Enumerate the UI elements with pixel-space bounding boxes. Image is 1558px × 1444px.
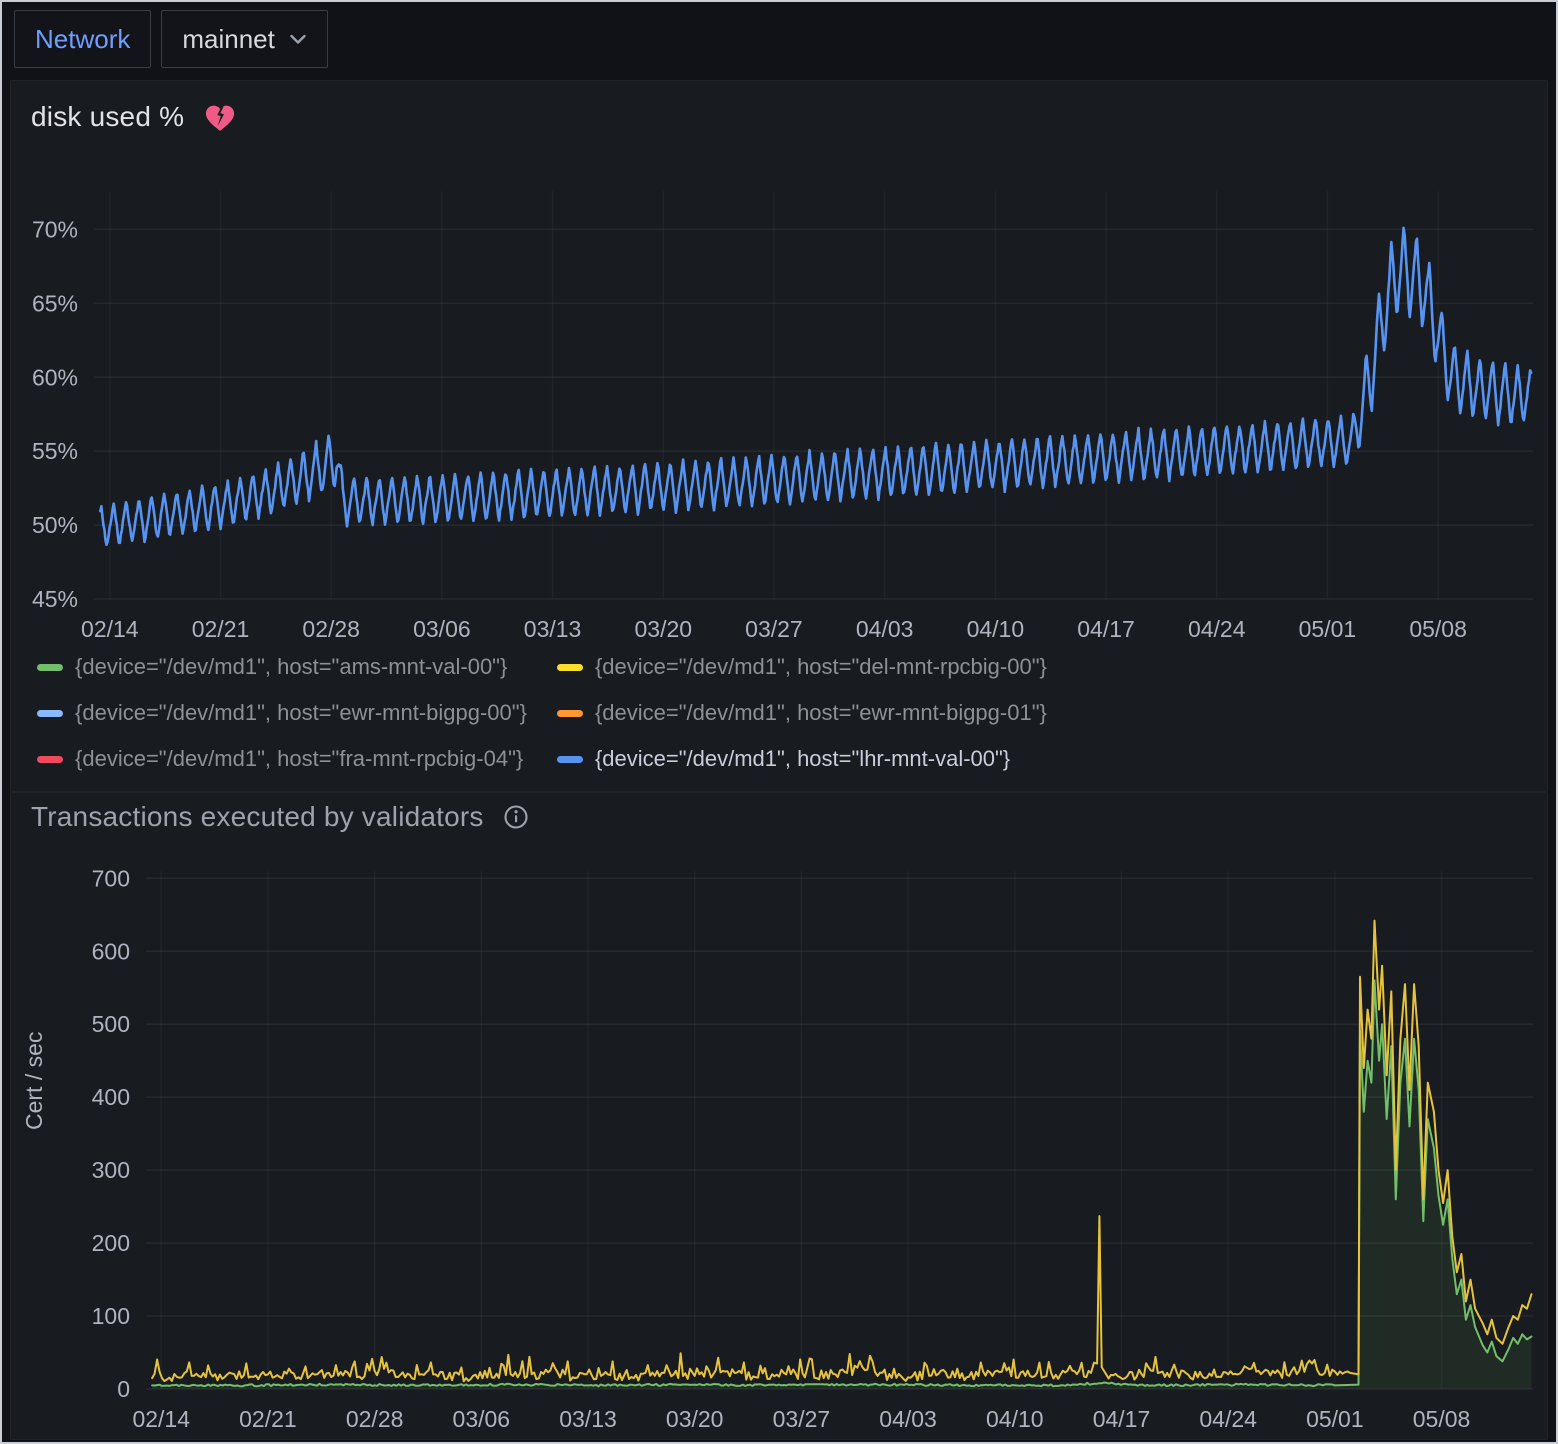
legend-item[interactable]: {device="/dev/md1", host="ewr-mnt-bigpg-… [557, 699, 1047, 727]
x-tick-label: 04/03 [879, 1406, 937, 1432]
network-variable-label: Network [35, 24, 130, 55]
x-tick-label: 03/13 [559, 1406, 617, 1432]
legend-item[interactable]: {device="/dev/md1", host="ams-mnt-val-00… [37, 653, 527, 681]
legend-label: {device="/dev/md1", host="lhr-mnt-val-00… [595, 746, 1010, 772]
x-tick-label: 05/08 [1413, 1406, 1471, 1432]
legend-label: {device="/dev/md1", host="ewr-mnt-bigpg-… [75, 700, 527, 726]
x-tick-label: 03/27 [745, 616, 803, 642]
legend-swatch [37, 756, 63, 763]
x-tick-label: 03/06 [453, 1406, 511, 1432]
legend-label: {device="/dev/md1", host="del-mnt-rpcbig… [595, 654, 1047, 680]
legend-swatch [557, 710, 583, 717]
y-tick-label: 200 [92, 1230, 130, 1256]
legend-swatch [37, 664, 63, 671]
legend-swatch [557, 664, 583, 671]
x-tick-label: 03/27 [773, 1406, 831, 1432]
y-tick-label: 50% [32, 512, 78, 538]
x-tick-label: 02/28 [346, 1406, 404, 1432]
legend-swatch [557, 756, 583, 763]
x-tick-label: 03/06 [413, 616, 471, 642]
x-tick-label: 04/24 [1188, 616, 1246, 642]
series-validators-green [152, 980, 1531, 1386]
legend-item[interactable]: {device="/dev/md1", host="ewr-mnt-bigpg-… [37, 699, 527, 727]
panel-transactions: Transactions executed by validators Cert… [10, 792, 1548, 1440]
x-tick-label: 04/17 [1093, 1406, 1151, 1432]
y-tick-label: 45% [32, 586, 78, 612]
dashboard: Network mainnet disk used % 45%50%55%60%… [0, 0, 1558, 1444]
x-tick-label: 02/14 [81, 616, 139, 642]
y-tick-label: 100 [92, 1303, 130, 1329]
x-tick-label: 05/01 [1299, 616, 1357, 642]
variable-bar: Network mainnet [14, 10, 328, 68]
legend-swatch [37, 710, 63, 717]
network-variable-label-box: Network [14, 10, 151, 68]
series-validators-yellow [152, 921, 1531, 1382]
network-variable-value: mainnet [182, 24, 275, 55]
x-tick-label: 02/21 [239, 1406, 297, 1432]
legend-item[interactable]: {device="/dev/md1", host="del-mnt-rpcbig… [557, 653, 1047, 681]
y-tick-label: 0 [117, 1376, 130, 1402]
legend-label: {device="/dev/md1", host="ams-mnt-val-00… [75, 654, 507, 680]
panel-disk-used: disk used % 45%50%55%60%65%70%02/1402/21… [10, 80, 1548, 792]
y-tick-label: 55% [32, 438, 78, 464]
legend-label: {device="/dev/md1", host="ewr-mnt-bigpg-… [595, 700, 1047, 726]
x-tick-label: 03/20 [634, 616, 692, 642]
x-tick-label: 04/10 [986, 1406, 1044, 1432]
y-tick-label: 500 [92, 1011, 130, 1037]
x-tick-label: 04/10 [967, 616, 1025, 642]
legend-label: {device="/dev/md1", host="fra-mnt-rpcbig… [75, 746, 523, 772]
y-tick-label: 60% [32, 364, 78, 390]
disk-used-legend: {device="/dev/md1", host="ams-mnt-val-00… [37, 653, 1047, 773]
x-tick-label: 05/08 [1409, 616, 1467, 642]
x-tick-label: 04/03 [856, 616, 914, 642]
x-tick-label: 03/20 [666, 1406, 724, 1432]
x-tick-label: 02/28 [302, 616, 360, 642]
y-tick-label: 300 [92, 1157, 130, 1183]
x-tick-label: 04/24 [1199, 1406, 1257, 1432]
y-tick-label: 400 [92, 1084, 130, 1110]
x-tick-label: 03/13 [524, 616, 582, 642]
y-tick-label: 700 [92, 865, 130, 891]
transactions-chart-canvas[interactable]: 0 100 200 300 400 500 600 700 02/14 02/21 02/28 03/… [11, 793, 1549, 1441]
y-tick-label: 600 [92, 938, 130, 964]
y-tick-label: 70% [32, 216, 78, 242]
chevron-down-icon [289, 34, 307, 45]
x-tick-label: 05/01 [1306, 1406, 1364, 1432]
disk-used-chart-canvas[interactable]: 45% 50% 55% 60% 65% 70% 02/14 02/21 02/28 03/06 03… [11, 81, 1549, 651]
network-variable-dropdown[interactable]: mainnet [161, 10, 328, 68]
y-tick-label: 65% [32, 290, 78, 316]
x-tick-label: 04/17 [1077, 616, 1135, 642]
x-tick-label: 02/21 [192, 616, 250, 642]
legend-item[interactable]: {device="/dev/md1", host="lhr-mnt-val-00… [557, 745, 1047, 773]
x-tick-label: 02/14 [132, 1406, 190, 1432]
series-devicedevmd1hostlhr-mnt-val-00 [100, 228, 1531, 545]
legend-item[interactable]: {device="/dev/md1", host="fra-mnt-rpcbig… [37, 745, 527, 773]
